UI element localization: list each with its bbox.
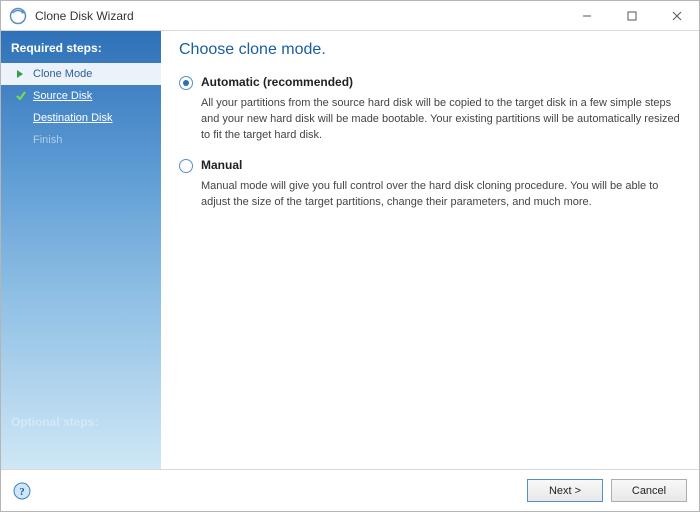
page-heading: Choose clone mode. — [179, 41, 681, 59]
option-automatic-label: Automatic (recommended) — [201, 75, 353, 89]
checkmark-icon — [15, 90, 27, 102]
step-source-disk[interactable]: Source Disk — [1, 85, 161, 107]
wizard-window: Clone Disk Wizard Required steps: Clone … — [0, 0, 700, 512]
footer: ? Next > Cancel — [1, 469, 699, 511]
option-manual-description: Manual mode will give you full control o… — [201, 179, 681, 211]
step-clone-mode[interactable]: Clone Mode — [1, 63, 161, 85]
step-finish: Finish — [1, 129, 161, 151]
optional-steps-header: Optional steps: — [1, 405, 161, 469]
minimize-button[interactable] — [564, 1, 609, 31]
step-label: Destination Disk — [33, 112, 112, 124]
close-button[interactable] — [654, 1, 699, 31]
next-button[interactable]: Next > — [527, 479, 603, 502]
arrow-right-icon — [15, 68, 27, 80]
radio-automatic[interactable] — [179, 76, 193, 90]
next-button-label: Next > — [549, 485, 581, 497]
option-manual[interactable]: Manual — [179, 158, 681, 173]
radio-manual[interactable] — [179, 159, 193, 173]
title-bar: Clone Disk Wizard — [1, 1, 699, 31]
step-label: Source Disk — [33, 90, 92, 102]
cancel-button[interactable]: Cancel — [611, 479, 687, 502]
required-steps-header: Required steps: — [1, 35, 161, 63]
step-label: Finish — [33, 134, 62, 146]
option-manual-label: Manual — [201, 158, 242, 172]
steps-sidebar: Required steps: Clone Mode Source Disk D… — [1, 31, 161, 469]
app-icon — [9, 7, 27, 25]
cancel-button-label: Cancel — [632, 485, 666, 497]
window-title: Clone Disk Wizard — [35, 9, 134, 23]
maximize-button[interactable] — [609, 1, 654, 31]
option-automatic[interactable]: Automatic (recommended) — [179, 75, 681, 90]
svg-text:?: ? — [19, 486, 25, 498]
help-icon[interactable]: ? — [13, 482, 31, 500]
step-destination-disk[interactable]: Destination Disk — [1, 107, 161, 129]
main-panel: Choose clone mode. Automatic (recommende… — [161, 31, 699, 469]
option-automatic-description: All your partitions from the source hard… — [201, 96, 681, 144]
step-label: Clone Mode — [33, 68, 92, 80]
